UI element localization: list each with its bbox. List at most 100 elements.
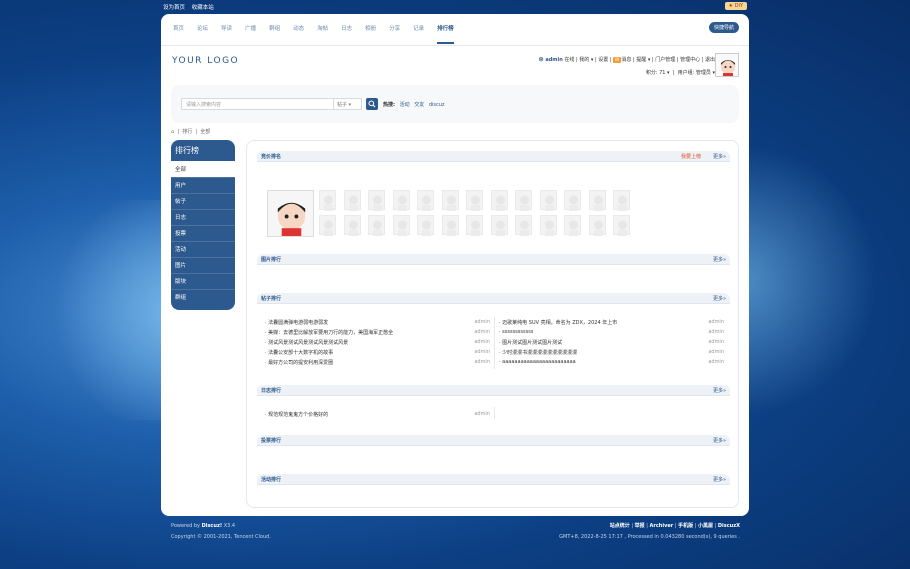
item-author[interactable]: admin xyxy=(474,319,490,325)
sidebar-item-poll[interactable]: 投票 xyxy=(171,225,235,241)
avatar[interactable] xyxy=(715,53,739,77)
rank-slot-icon[interactable] xyxy=(490,215,508,236)
home-icon[interactable]: ⌂ xyxy=(171,129,174,135)
site-logo[interactable]: YOUR LOGO xyxy=(172,56,239,66)
rank-slot-icon[interactable] xyxy=(343,190,361,211)
item-author[interactable]: admin xyxy=(474,349,490,355)
rank-up-link[interactable]: 我要上榜 xyxy=(681,153,701,160)
list-item[interactable]: · 迈歌莱纯电 SUV 亮相，命名为 ZDX，2024 年上市 admin xyxy=(499,317,724,327)
item-title[interactable]: · 测试风景测试风景测试风景测试风景 xyxy=(265,339,348,346)
message-link[interactable]: 消息 xyxy=(621,57,631,63)
item-author[interactable]: admin xyxy=(474,359,490,365)
rank-slot-icon[interactable] xyxy=(368,190,385,211)
item-author[interactable]: admin xyxy=(708,319,724,325)
rank-slot-icon[interactable] xyxy=(564,190,581,211)
more-link[interactable]: 更多» xyxy=(713,387,726,394)
rank-slot-icon[interactable] xyxy=(613,190,630,211)
powered-brand-link[interactable]: Discuz! xyxy=(202,523,223,529)
rank-slot-icon[interactable] xyxy=(441,215,459,236)
sidebar-item-group[interactable]: 群组 xyxy=(171,289,235,305)
footer-link[interactable]: 小黑屋 xyxy=(698,523,713,529)
nav-item[interactable]: 广播 xyxy=(245,24,256,44)
nav-item[interactable]: 论坛 xyxy=(197,24,208,44)
rank-slot-icon[interactable] xyxy=(319,215,336,236)
item-title[interactable]: · 迈歌莱纯电 SUV 亮相，命名为 ZDX，2024 年上市 xyxy=(499,319,617,326)
diy-button[interactable]: ★ DIY xyxy=(724,2,747,10)
sidebar-item-thread[interactable]: 帖子 xyxy=(171,193,235,209)
nav-item[interactable]: 分享 xyxy=(389,24,400,44)
sidebar-item-blog[interactable]: 日志 xyxy=(171,209,235,225)
list-item[interactable]: · aaaaaaaaaaaaaaaaaaaaaaaa admin xyxy=(499,357,724,367)
rank-slot-icon[interactable] xyxy=(466,215,483,236)
rank-slot-icon[interactable] xyxy=(392,215,410,236)
rank-slot-icon[interactable] xyxy=(515,215,532,236)
rank-slot-icon[interactable] xyxy=(417,190,434,211)
list-item[interactable]: · 测试风景测试风景测试风景测试风景 admin xyxy=(265,337,490,347)
sidebar-item-forum[interactable]: 版块 xyxy=(171,273,235,289)
rank-slot-icon[interactable] xyxy=(319,190,336,211)
nav-item[interactable]: 群组 xyxy=(269,24,280,44)
item-title[interactable]: · 少时漫漫书漫漫漫漫漫漫漫漫漫漫 xyxy=(499,349,577,356)
list-item[interactable]: · 美媒：去德里比解放军要用刀行的能力，美国海军正憋全 admin xyxy=(265,327,490,337)
rank-slot-icon[interactable] xyxy=(368,215,385,236)
item-author[interactable]: admin xyxy=(474,339,490,345)
rank-slot-icon[interactable] xyxy=(539,190,557,211)
more-link[interactable]: 更多» xyxy=(713,256,726,263)
footer-link[interactable]: 手机版 xyxy=(678,523,693,529)
more-link[interactable]: 更多» xyxy=(713,295,726,302)
username-link[interactable]: admin xyxy=(545,57,562,63)
nav-item[interactable]: 淘帖 xyxy=(317,24,328,44)
search-button[interactable] xyxy=(366,98,378,110)
more-link[interactable]: 更多» xyxy=(713,153,726,160)
list-item[interactable]: · 规范规范鬼鬼方个价格好的 admin xyxy=(265,409,490,419)
search-type-select[interactable]: 帖子 ▾ xyxy=(334,98,362,110)
points-link[interactable]: 积分: 71 xyxy=(646,70,666,76)
item-title[interactable]: · 规范规范鬼鬼方个价格好的 xyxy=(265,411,328,418)
nav-item[interactable]: 首页 xyxy=(173,24,184,44)
list-item[interactable]: · 最好方公司的提安利用深爱圈 admin xyxy=(265,357,490,367)
hot-search-link[interactable]: 交友 xyxy=(414,102,424,108)
nav-item-active[interactable]: 排行榜 xyxy=(437,24,454,44)
sidebar-item-activity[interactable]: 活动 xyxy=(171,241,235,257)
portal-manage-link[interactable]: 门户管理 xyxy=(655,57,675,63)
usergroup-link[interactable]: 用户组: 管理员 xyxy=(678,70,711,76)
footer-link[interactable]: DiscuzX xyxy=(718,523,740,529)
item-author[interactable]: admin xyxy=(474,411,490,417)
nav-item[interactable]: 动态 xyxy=(293,24,304,44)
item-title[interactable]: · aaaaaaaaaaaaaaaaaaaaaaaa xyxy=(499,359,576,365)
nav-item[interactable]: 导读 xyxy=(221,24,232,44)
hot-search-link[interactable]: 活动 xyxy=(400,102,410,108)
rank-avatar[interactable] xyxy=(267,190,314,237)
search-input[interactable]: 请输入搜索内容 xyxy=(181,98,334,110)
nav-item[interactable]: 记录 xyxy=(413,24,424,44)
rank-slot-icon[interactable] xyxy=(466,190,483,211)
rank-slot-icon[interactable] xyxy=(613,215,630,236)
item-title[interactable]: · 图片测试图片测试图片测试 xyxy=(499,339,562,346)
my-menu[interactable]: 我的 xyxy=(579,57,589,63)
nav-item[interactable]: 日志 xyxy=(341,24,352,44)
more-link[interactable]: 更多» xyxy=(713,476,726,483)
item-title[interactable]: · ssssssssssss xyxy=(499,329,533,335)
sidebar-item-user[interactable]: 用户 xyxy=(171,177,235,193)
item-author[interactable]: admin xyxy=(708,329,724,335)
item-title[interactable]: · 法囊公安部十大数字机的故事 xyxy=(265,349,333,356)
logout-link[interactable]: 退出 xyxy=(705,57,715,63)
rank-slot-icon[interactable] xyxy=(564,215,581,236)
rank-slot-icon[interactable] xyxy=(490,190,508,211)
rank-slot-icon[interactable] xyxy=(515,190,532,211)
remind-link[interactable]: 提醒 xyxy=(636,57,646,63)
item-title[interactable]: · 法囊圆满弹电游弱电游弱发 xyxy=(265,319,328,326)
item-author[interactable]: admin xyxy=(708,359,724,365)
list-item[interactable]: · 少时漫漫书漫漫漫漫漫漫漫漫漫漫 admin xyxy=(499,347,724,357)
quick-nav-button[interactable]: 快捷导航 xyxy=(708,22,739,33)
rank-slot-icon[interactable] xyxy=(343,215,361,236)
item-title[interactable]: · 最好方公司的提安利用深爱圈 xyxy=(265,359,333,366)
nav-item[interactable]: 相册 xyxy=(365,24,376,44)
rank-slot-icon[interactable] xyxy=(539,215,557,236)
sidebar-item-all[interactable]: 全部 xyxy=(171,161,235,177)
list-item[interactable]: · 法囊公安部十大数字机的故事 admin xyxy=(265,347,490,357)
item-author[interactable]: admin xyxy=(708,349,724,355)
more-link[interactable]: 更多» xyxy=(713,437,726,444)
item-author[interactable]: admin xyxy=(708,339,724,345)
item-author[interactable]: admin xyxy=(474,329,490,335)
